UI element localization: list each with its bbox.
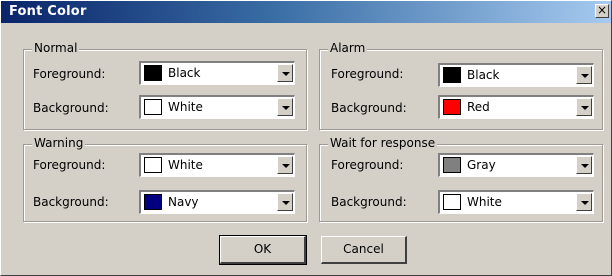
chevron-down-icon [282, 164, 290, 168]
alarm-background-select[interactable]: Red [438, 95, 594, 119]
wait-background-value: White [467, 195, 502, 209]
title-bar: Font Color × [1, 1, 611, 23]
normal-background-value: White [168, 100, 203, 114]
warning-background-dropdown-button[interactable] [277, 193, 293, 211]
chevron-down-icon [282, 106, 290, 110]
warning-foreground-label: Foreground: [33, 158, 106, 172]
wait-foreground-select[interactable]: Gray [438, 153, 594, 177]
ok-button[interactable]: OK [219, 235, 307, 265]
chevron-down-icon [282, 201, 290, 205]
wait-foreground-dropdown-button[interactable] [576, 156, 592, 174]
alarm-foreground-value: Black [467, 68, 500, 82]
normal-background-select[interactable]: White [139, 95, 295, 119]
chevron-down-icon [581, 74, 589, 78]
chevron-down-icon [581, 164, 589, 168]
dialog-title: Font Color [9, 4, 87, 19]
group-warning-title: Warning [32, 136, 86, 150]
chevron-down-icon [581, 201, 589, 205]
normal-foreground-value: Black [168, 66, 201, 80]
chevron-down-icon [282, 72, 290, 76]
wait-background-label: Background: [331, 195, 407, 209]
wait-background-dropdown-button[interactable] [576, 193, 592, 211]
warning-background-label: Background: [33, 195, 109, 209]
warning-foreground-select[interactable]: White [139, 153, 295, 177]
warning-background-swatch [144, 194, 162, 210]
warning-foreground-swatch [144, 157, 162, 173]
normal-foreground-label: Foreground: [33, 67, 106, 81]
group-alarm-title: Alarm [328, 41, 368, 55]
alarm-foreground-select[interactable]: Black [438, 63, 594, 87]
normal-background-swatch [144, 99, 162, 115]
warning-background-select[interactable]: Navy [139, 190, 295, 214]
chevron-down-icon [581, 106, 589, 110]
font-color-dialog: Font Color × Normal Foreground: Black Ba… [0, 0, 612, 276]
alarm-background-swatch [443, 99, 461, 115]
close-button[interactable]: × [595, 3, 609, 18]
cancel-button[interactable]: Cancel [321, 236, 407, 264]
warning-background-value: Navy [168, 195, 199, 209]
alarm-background-value: Red [467, 100, 490, 114]
alarm-foreground-label: Foreground: [331, 67, 404, 81]
normal-foreground-select[interactable]: Black [139, 61, 295, 85]
normal-foreground-dropdown-button[interactable] [277, 64, 293, 82]
close-icon: × [597, 3, 608, 17]
normal-background-label: Background: [33, 101, 109, 115]
wait-foreground-label: Foreground: [331, 158, 404, 172]
alarm-background-label: Background: [331, 101, 407, 115]
warning-foreground-value: White [168, 158, 203, 172]
wait-background-swatch [443, 194, 461, 210]
normal-foreground-swatch [144, 65, 162, 81]
group-normal-title: Normal [32, 41, 80, 55]
warning-foreground-dropdown-button[interactable] [277, 156, 293, 174]
group-wait-title: Wait for response [328, 136, 438, 150]
wait-foreground-swatch [443, 157, 461, 173]
alarm-foreground-dropdown-button[interactable] [576, 66, 592, 84]
alarm-background-dropdown-button[interactable] [576, 98, 592, 116]
wait-background-select[interactable]: White [438, 190, 594, 214]
wait-foreground-value: Gray [467, 158, 496, 172]
normal-background-dropdown-button[interactable] [277, 98, 293, 116]
alarm-foreground-swatch [443, 67, 461, 83]
